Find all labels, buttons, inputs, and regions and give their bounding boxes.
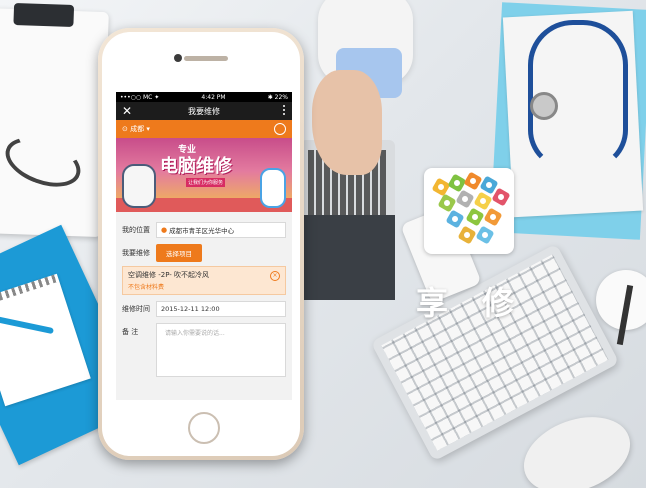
robot-mascot-icon	[122, 164, 156, 208]
service-name: 空调维修 -2P- 吹不起冷风	[128, 271, 210, 279]
close-icon[interactable]: ✕	[122, 104, 132, 118]
hex-icon	[491, 187, 511, 207]
time-label: 维修时间	[122, 305, 150, 313]
hand	[312, 70, 382, 175]
promo-banner[interactable]: 专业 电脑维修 让我们为你服务	[116, 138, 292, 212]
desk-background: 享修 •••○○ MC ✦ 4:42 PM ✱ 22% ✕ 我要维修 ⊙ 成都 …	[0, 0, 646, 488]
user-icon[interactable]	[274, 123, 286, 135]
page-title: 我要维修	[188, 106, 220, 116]
select-item-button[interactable]: 选择项目	[156, 244, 202, 262]
selected-service-card: 空调维修 -2P- 吹不起冷风 不包含材料费 ×	[122, 266, 286, 295]
clipboard-clip	[13, 2, 75, 28]
hex-icon	[457, 225, 477, 245]
speaker-icon	[184, 56, 228, 61]
city-name: 成都	[130, 125, 145, 133]
repair-label: 我要维修	[122, 249, 150, 257]
hex-icon	[431, 177, 451, 197]
time-row: 维修时间 2015-12-11 12:00	[116, 301, 292, 317]
robot-mascot-icon	[260, 168, 286, 208]
hex-icon	[483, 207, 503, 227]
banner-badge: 让我们为你服务	[186, 178, 226, 187]
location-row: 我的位置 ● 成都市青羊区光华中心	[116, 222, 292, 238]
phone-bezel: •••○○ MC ✦ 4:42 PM ✱ 22% ✕ 我要维修 ⊙ 成都 ▾ 专…	[102, 32, 300, 456]
location-value: 成都市青羊区光华中心	[169, 227, 235, 235]
chevron-down-icon: ▾	[146, 125, 150, 133]
service-note: 不包含材料费	[128, 284, 165, 291]
carrier-signal: •••○○ MC ✦	[120, 93, 160, 101]
phone-screen: •••○○ MC ✦ 4:42 PM ✱ 22% ✕ 我要维修 ⊙ 成都 ▾ 专…	[116, 92, 292, 400]
banner-main-text: 电脑维修	[160, 156, 232, 177]
location-label: 我的位置	[122, 226, 150, 234]
clipboard	[0, 2, 109, 238]
brand-name: 享修	[416, 284, 549, 322]
location-field[interactable]: ● 成都市青羊区光华中心	[156, 222, 286, 238]
remark-input[interactable]: 请输入你需要说的话...	[156, 323, 286, 377]
brand-logo-icon	[424, 168, 514, 254]
location-pin-icon: ●	[161, 226, 168, 234]
home-button[interactable]	[188, 412, 220, 444]
phone-frame: •••○○ MC ✦ 4:42 PM ✱ 22% ✕ 我要维修 ⊙ 成都 ▾ 专…	[98, 28, 304, 460]
remark-row: 备 注 请输入你需要说的话...	[116, 323, 292, 377]
remark-label: 备 注	[122, 328, 139, 336]
repair-row: 我要维修 选择项目	[116, 244, 292, 262]
laptop-screen	[300, 215, 395, 300]
status-bar: •••○○ MC ✦ 4:42 PM ✱ 22%	[116, 92, 292, 102]
hex-icon	[455, 189, 475, 209]
more-icon[interactable]	[283, 105, 286, 117]
stethoscope-head	[530, 92, 558, 120]
location-pin-icon: ⊙	[122, 125, 128, 133]
battery-status: ✱ 22%	[267, 93, 288, 101]
mouse	[513, 403, 641, 488]
hex-icon	[445, 209, 465, 229]
hex-icon	[475, 225, 495, 245]
city-selector[interactable]: ⊙ 成都 ▾	[122, 124, 150, 134]
nav-bar: ✕ 我要维修	[116, 102, 292, 120]
time-field[interactable]: 2015-12-11 12:00	[156, 301, 286, 317]
hex-icon	[465, 207, 485, 227]
status-time: 4:42 PM	[201, 93, 226, 101]
city-bar: ⊙ 成都 ▾	[116, 120, 292, 138]
camera-icon	[174, 54, 182, 62]
remove-service-icon[interactable]: ×	[270, 271, 280, 281]
